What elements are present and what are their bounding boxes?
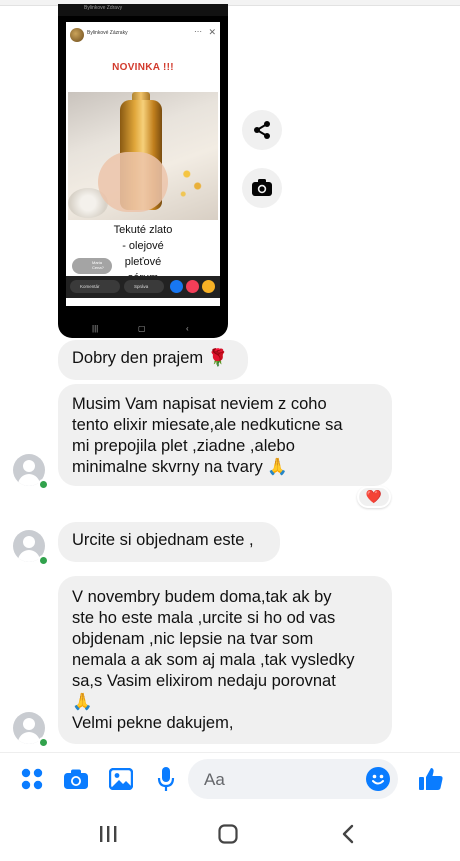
sender-avatar[interactable] <box>13 712 49 748</box>
gallery-button[interactable] <box>107 765 135 793</box>
message-text: V novembry budem doma,tak ak by ste ho e… <box>72 588 355 732</box>
camera-icon <box>252 179 272 196</box>
shared-story-status-text: Bylinkove Zdravy <box>84 5 123 11</box>
shared-story-user-chip: Maria Cena? <box>72 258 112 274</box>
more-actions-button[interactable] <box>18 765 46 793</box>
camera-icon <box>64 769 88 789</box>
sender-avatar[interactable] <box>13 530 49 566</box>
page-logo <box>70 28 84 42</box>
emoji-icon <box>372 774 384 785</box>
shared-story-status-bar: Bylinkove Zdravy <box>58 4 228 16</box>
product-photo <box>68 92 218 220</box>
message-bubble[interactable]: Musim Vam napisat neviem z coho tento el… <box>58 384 392 486</box>
four-dots-icon <box>21 768 43 790</box>
system-navigation-bar <box>0 804 460 861</box>
message-text: Musim Vam napisat neviem z coho tento el… <box>72 395 343 476</box>
microphone-icon <box>157 767 175 791</box>
shared-story-page-name: Bylinkové Zázraky <box>87 30 128 36</box>
gold-flakes-decoration <box>176 162 212 202</box>
gallery-icon <box>109 768 133 790</box>
hand-shape <box>98 152 168 212</box>
message-text: Dobry den prajem 🌹 <box>72 349 229 367</box>
shared-story-header: Bylinkové Zázraky ⋯ ✕ <box>66 22 220 52</box>
share-icon <box>254 121 270 139</box>
shot-recents-icon: ||| <box>92 324 99 333</box>
shared-story-image[interactable]: Bylinkove Zdravy Bylinkové Zázraky ⋯ ✕ N… <box>58 4 228 338</box>
emoji-button[interactable] <box>366 767 390 791</box>
shared-story-comment-chip: Komentár <box>70 280 120 293</box>
camera-button[interactable] <box>62 765 90 793</box>
back-icon <box>342 824 354 844</box>
message-bubble[interactable]: Dobry den prajem 🌹 <box>58 340 248 380</box>
shot-back-icon: ‹ <box>186 324 189 333</box>
heart-reaction-badge[interactable]: ❤️ <box>357 486 391 508</box>
love-reaction-icon <box>186 280 199 293</box>
shared-story-nav: ||| ▢ ‹ <box>58 322 228 338</box>
message-input-placeholder: Aa <box>204 770 225 789</box>
online-status-dot <box>38 479 49 490</box>
home-icon <box>218 824 238 844</box>
close-icon: ✕ <box>208 27 216 37</box>
share-button[interactable] <box>242 110 282 150</box>
shared-story-screen: Bylinkové Zázraky ⋯ ✕ NOVINKA !!! Tekuté… <box>66 22 220 306</box>
send-like-button[interactable] <box>417 765 445 793</box>
message-composer: Aa <box>0 752 460 804</box>
message-input[interactable]: Aa <box>188 759 398 799</box>
online-status-dot <box>38 555 49 566</box>
shared-story-action-bar: Komentár Správa <box>66 276 220 298</box>
message-bubble[interactable]: Urcite si objednam este , <box>58 522 280 562</box>
save-photo-button[interactable] <box>242 168 282 208</box>
shared-story-share-chip: Správa <box>124 280 164 293</box>
voice-message-button[interactable] <box>152 765 180 793</box>
shared-story-user-label: Maria Cena? <box>92 260 104 270</box>
shot-home-icon: ▢ <box>138 324 146 333</box>
back-button[interactable] <box>336 822 360 846</box>
more-icon: ⋯ <box>194 27 202 36</box>
online-status-dot <box>38 737 49 748</box>
care-reaction-icon <box>202 280 215 293</box>
like-reaction-icon <box>170 280 183 293</box>
message-bubble[interactable]: V novembry budem doma,tak ak by ste ho e… <box>58 576 392 744</box>
recents-icon <box>100 826 117 842</box>
thumbs-up-icon <box>419 768 443 790</box>
shared-story-headline: NOVINKA !!! <box>112 62 174 73</box>
recents-button[interactable] <box>96 822 120 846</box>
sender-avatar[interactable] <box>13 454 49 490</box>
message-text: Urcite si objednam este , <box>72 531 254 549</box>
home-button[interactable] <box>216 822 240 846</box>
